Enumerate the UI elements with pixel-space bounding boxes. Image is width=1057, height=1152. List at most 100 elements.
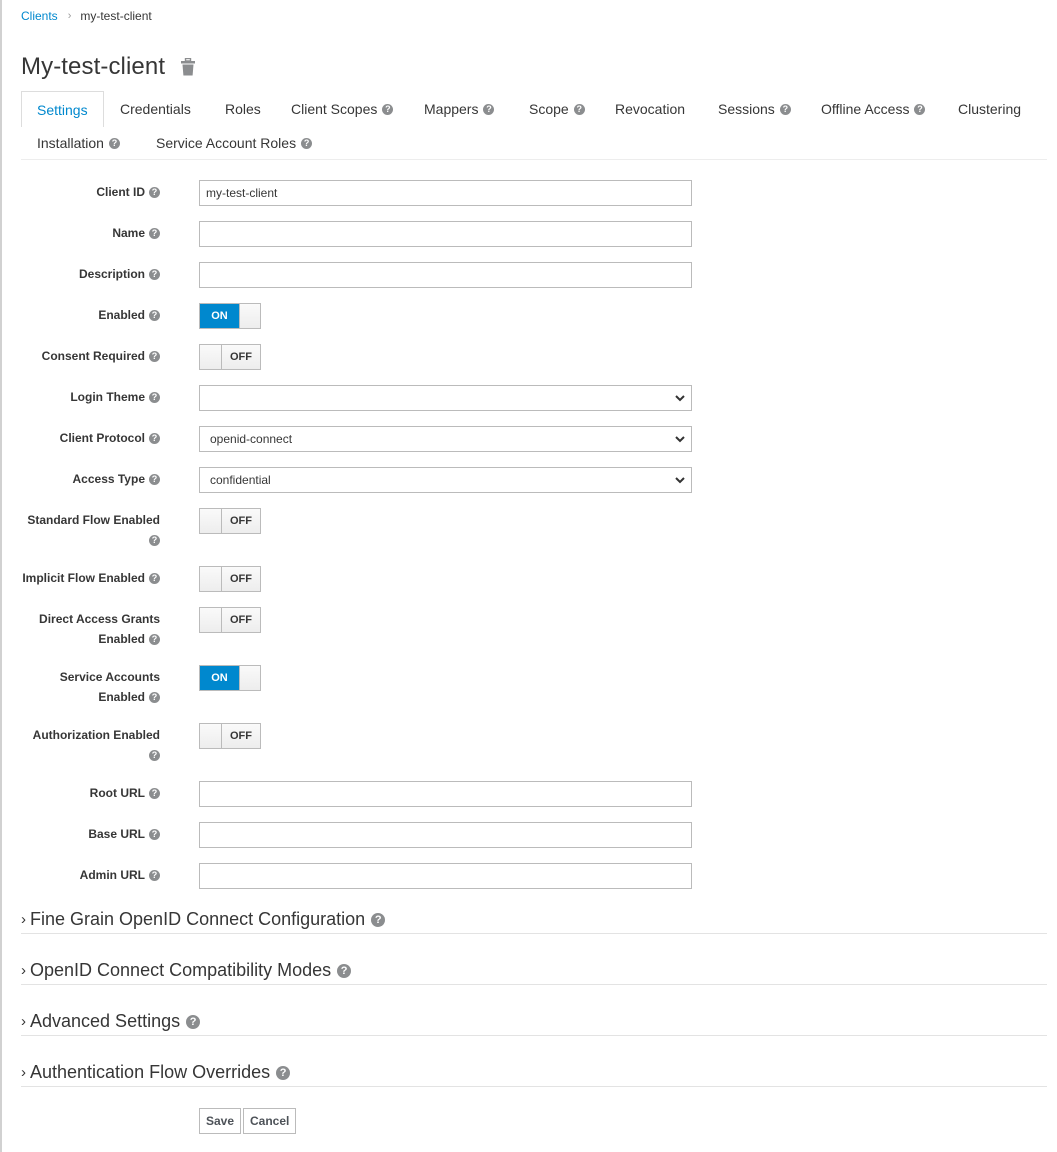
help-icon[interactable]: ? bbox=[914, 103, 926, 115]
help-icon[interactable]: ? bbox=[779, 103, 791, 115]
help-icon[interactable]: ? bbox=[149, 187, 160, 199]
tab-label: Offline Access bbox=[821, 101, 910, 117]
help-icon[interactable]: ? bbox=[149, 535, 160, 547]
help-icon[interactable]: ? bbox=[149, 392, 160, 404]
toggle-state: OFF bbox=[222, 345, 260, 369]
cancel-button[interactable]: Cancel bbox=[243, 1108, 297, 1134]
consent-required-toggle[interactable]: OFF bbox=[199, 344, 261, 370]
help-icon[interactable]: ? bbox=[149, 310, 160, 322]
help-icon[interactable]: ? bbox=[149, 870, 160, 882]
page-title: My-test-client bbox=[21, 53, 166, 80]
breadcrumb-clients-link[interactable]: Clients bbox=[21, 9, 58, 23]
help-icon[interactable]: ? bbox=[149, 351, 160, 363]
service-accounts-toggle[interactable]: ON bbox=[199, 665, 261, 691]
direct-access-grants-toggle[interactable]: OFF bbox=[199, 607, 261, 633]
help-icon[interactable]: ? bbox=[149, 474, 160, 486]
help-icon[interactable]: ? bbox=[149, 433, 160, 445]
toggle-knob bbox=[200, 567, 222, 591]
section-label: Fine Grain OpenID Connect Configuration bbox=[30, 909, 366, 929]
label-text: Login Theme bbox=[70, 390, 145, 404]
save-button[interactable]: Save bbox=[199, 1108, 242, 1134]
enabled-toggle[interactable]: ON bbox=[199, 303, 261, 329]
description-label: Description? bbox=[10, 264, 160, 284]
client-id-input[interactable]: my-test-client bbox=[199, 180, 692, 206]
admin-url-label: Admin URL? bbox=[10, 865, 160, 885]
section-fine-grain-oidc[interactable]: › Fine Grain OpenID Connect Configuratio… bbox=[21, 906, 1047, 934]
tab-label: Client Scopes bbox=[291, 101, 378, 117]
help-icon[interactable]: ? bbox=[483, 103, 495, 115]
standard-flow-toggle[interactable]: OFF bbox=[199, 508, 261, 534]
label-text: Authorization Enabled bbox=[32, 728, 160, 742]
help-icon[interactable]: ? bbox=[382, 103, 394, 115]
client-protocol-label: Client Protocol? bbox=[10, 428, 160, 448]
login-theme-select[interactable] bbox=[199, 385, 692, 411]
tab-installation[interactable]: Installation ? bbox=[37, 126, 120, 160]
authorization-label: Authorization Enabled ? bbox=[10, 725, 160, 765]
implicit-flow-toggle[interactable]: OFF bbox=[199, 566, 261, 592]
consent-required-label: Consent Required? bbox=[10, 346, 160, 366]
toggle-state: OFF bbox=[222, 509, 260, 533]
tab-credentials[interactable]: Credentials bbox=[120, 92, 191, 126]
access-type-label: Access Type? bbox=[10, 469, 160, 489]
toggle-state: ON bbox=[200, 666, 239, 690]
help-icon[interactable]: ? bbox=[149, 788, 160, 800]
base-url-input[interactable] bbox=[199, 822, 692, 848]
help-icon[interactable]: ? bbox=[301, 137, 313, 149]
toggle-state: OFF bbox=[222, 567, 260, 591]
tab-revocation[interactable]: Revocation bbox=[615, 92, 685, 126]
chevron-right-icon: › bbox=[21, 1064, 26, 1081]
toggle-state: ON bbox=[200, 304, 239, 328]
toggle-state: OFF bbox=[222, 724, 260, 748]
tab-offline-access[interactable]: Offline Access ? bbox=[821, 92, 926, 126]
help-icon[interactable]: ? bbox=[149, 634, 160, 646]
tab-settings[interactable]: Settings bbox=[21, 91, 104, 127]
enabled-label: Enabled? bbox=[10, 305, 160, 325]
tab-mappers[interactable]: Mappers ? bbox=[424, 92, 495, 126]
tab-label: Mappers bbox=[424, 101, 479, 117]
tab-sessions[interactable]: Sessions ? bbox=[718, 92, 791, 126]
help-icon[interactable]: ? bbox=[149, 573, 160, 585]
help-icon[interactable]: ? bbox=[573, 103, 585, 115]
help-icon[interactable]: ? bbox=[149, 692, 160, 704]
admin-url-input[interactable] bbox=[199, 863, 692, 889]
label-text: Enabled bbox=[98, 690, 145, 704]
label-text: Name bbox=[112, 226, 145, 240]
client-protocol-select[interactable]: openid-connect bbox=[199, 426, 692, 452]
section-advanced-settings[interactable]: › Advanced Settings ? bbox=[21, 1008, 1047, 1036]
label-text: Enabled bbox=[98, 308, 145, 322]
tab-client-scopes[interactable]: Client Scopes ? bbox=[291, 92, 394, 126]
tab-label: Roles bbox=[225, 101, 261, 117]
help-icon[interactable]: ? bbox=[149, 750, 160, 762]
description-input[interactable] bbox=[199, 262, 692, 288]
help-icon[interactable]: ? bbox=[149, 228, 160, 240]
chevron-down-icon bbox=[675, 436, 685, 443]
help-icon[interactable]: ? bbox=[108, 137, 120, 149]
tab-roles[interactable]: Roles bbox=[225, 92, 261, 126]
help-icon[interactable]: ? bbox=[371, 912, 386, 927]
title-row: My-test-client bbox=[21, 53, 196, 81]
direct-access-grants-label: Direct Access Grants Enabled? bbox=[10, 609, 160, 649]
help-icon[interactable]: ? bbox=[337, 963, 352, 978]
root-url-input[interactable] bbox=[199, 781, 692, 807]
tab-service-account-roles[interactable]: Service Account Roles ? bbox=[156, 126, 313, 160]
section-auth-flow-overrides[interactable]: › Authentication Flow Overrides ? bbox=[21, 1059, 1047, 1087]
breadcrumb-current: my-test-client bbox=[80, 9, 152, 23]
section-oidc-compatibility[interactable]: › OpenID Connect Compatibility Modes ? bbox=[21, 957, 1047, 985]
label-text: Description bbox=[78, 267, 145, 281]
help-icon[interactable]: ? bbox=[186, 1014, 201, 1029]
help-icon[interactable]: ? bbox=[149, 829, 160, 841]
name-input[interactable] bbox=[199, 221, 692, 247]
label-text: Consent Required bbox=[41, 349, 145, 363]
trash-icon[interactable] bbox=[180, 57, 196, 76]
authorization-toggle[interactable]: OFF bbox=[199, 723, 261, 749]
tab-scope[interactable]: Scope ? bbox=[529, 92, 585, 126]
access-type-select[interactable]: confidential bbox=[199, 467, 692, 493]
tab-label: Credentials bbox=[120, 101, 191, 117]
select-value: confidential bbox=[210, 473, 271, 487]
tab-clustering[interactable]: Clustering bbox=[958, 92, 1021, 126]
help-icon[interactable]: ? bbox=[276, 1065, 291, 1080]
help-icon[interactable]: ? bbox=[149, 269, 160, 281]
label-text: Client ID bbox=[96, 185, 145, 199]
label-text: Enabled bbox=[98, 632, 145, 646]
breadcrumb: Clients › my-test-client bbox=[21, 9, 152, 23]
